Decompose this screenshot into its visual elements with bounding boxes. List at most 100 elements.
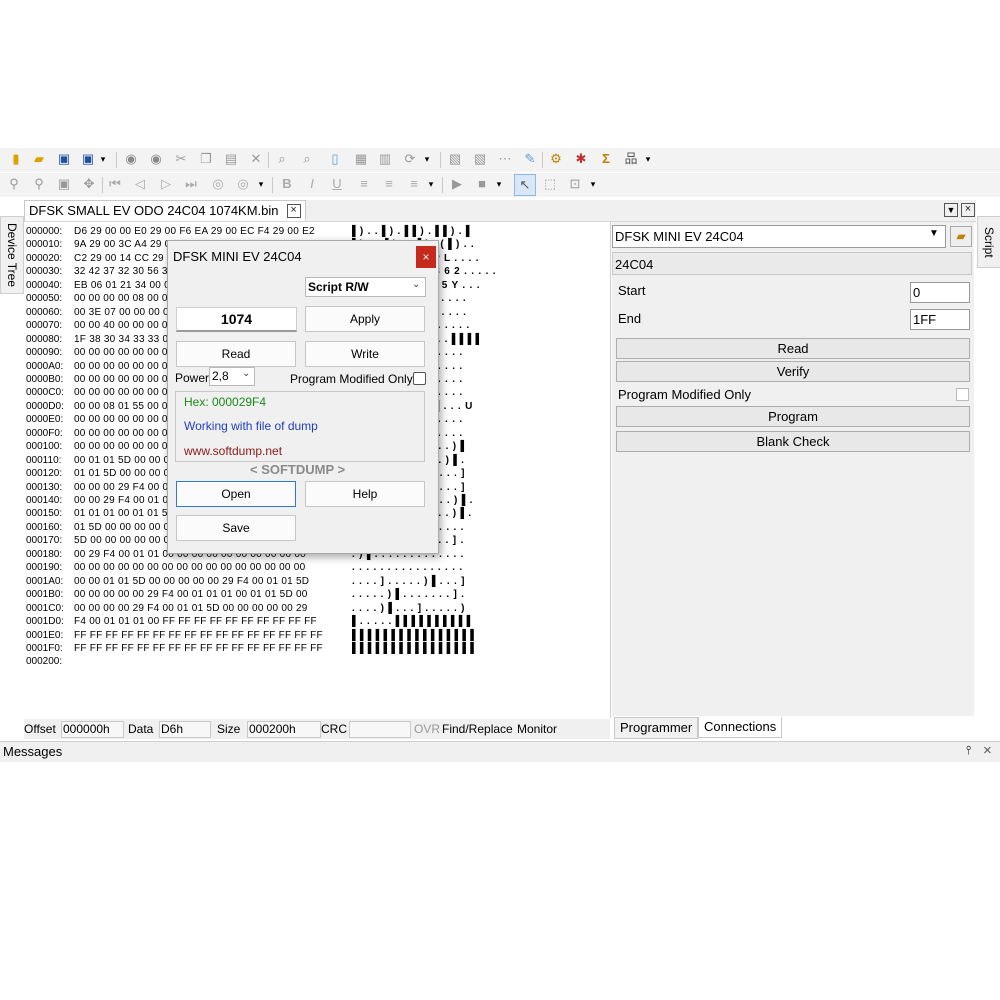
hex-bytes[interactable]: 00 00 00 00 00 29 F4 00 01 01 01 00 01 0… [74, 588, 308, 601]
dropdown-arrow-icon[interactable]: ▾ [588, 176, 598, 192]
pin-icon[interactable]: ⫯ [966, 743, 971, 758]
dropdown-arrow-icon[interactable]: ▾ [494, 176, 504, 192]
value-field[interactable]: 1074 [176, 307, 297, 332]
hex-bytes[interactable]: FF FF FF FF FF FF FF FF FF FF FF FF FF F… [74, 642, 323, 655]
end-input[interactable]: 1FF [910, 309, 970, 330]
compare-icon[interactable]: ▥ [377, 151, 393, 167]
underline-icon[interactable]: U [329, 176, 345, 192]
hex-ascii[interactable]: . . . . ) ▌. . . ] . . . . . ) [352, 602, 465, 615]
align-left-icon[interactable]: ≡ [356, 176, 372, 192]
hex-ascii[interactable]: . . . . ] . . . . . ) ▌. . . ] [352, 575, 465, 588]
bug-icon[interactable]: ✱ [573, 151, 589, 167]
device-select[interactable]: DFSK MINI EV 24C04 ▼ [612, 225, 946, 248]
hex-ascii[interactable]: ▌▌▌▌▌▌▌▌▌▌▌▌▌▌▌▌ [352, 629, 478, 642]
program-modified-only-checkbox[interactable] [413, 372, 426, 385]
settings-icon[interactable]: ⚙ [548, 151, 564, 167]
start-input[interactable]: 0 [910, 282, 970, 303]
tree-icon[interactable]: 品 [623, 151, 639, 167]
program-modified-only-checkbox[interactable] [956, 388, 969, 401]
save-icon[interactable]: ▣ [56, 151, 72, 167]
program-button[interactable]: Program [616, 406, 970, 427]
hex-ascii[interactable]: . . . . . ) ▌. . . . . . . ] . [352, 588, 465, 601]
zoom-out-icon[interactable]: ⚲ [31, 176, 47, 192]
play-icon[interactable]: ▶ [449, 176, 465, 192]
apply-button[interactable]: Apply [305, 306, 425, 332]
tab-programmer[interactable]: Programmer [614, 717, 699, 739]
find-replace-indicator[interactable]: Find/Replace [442, 721, 513, 738]
help-button[interactable]: Help [305, 481, 425, 507]
save-as-icon[interactable]: ▣ [80, 151, 96, 167]
capture-icon[interactable]: ⊡ [567, 176, 583, 192]
stop-icon[interactable]: ■ [474, 176, 490, 192]
read-button[interactable]: Read [176, 341, 296, 367]
paste-icon[interactable]: ▤ [223, 151, 239, 167]
write-button[interactable]: Write [305, 341, 425, 367]
power-select[interactable]: 2,8 ⌄ [209, 367, 255, 386]
find-replace-icon[interactable]: ⌕ [299, 151, 315, 167]
checksum-icon[interactable]: Σ [598, 151, 614, 167]
italic-icon[interactable]: I [304, 176, 320, 192]
redo-icon[interactable]: ◉ [148, 151, 164, 167]
page-next-icon[interactable]: ▧ [472, 151, 488, 167]
device-tree-tab[interactable]: Device Tree [0, 216, 24, 294]
zoom-select-icon[interactable]: ⬚ [542, 176, 558, 192]
reload-icon[interactable]: ⟳ [402, 151, 418, 167]
hex-ascii[interactable]: . . . . . . . . . . . . . . . . [352, 561, 463, 574]
select-icon[interactable]: ↖ [514, 174, 536, 196]
move-icon[interactable]: ✥ [81, 176, 97, 192]
hex-ascii[interactable]: ▌) . . ▌) . ▌▌) . ▌▌) . ▌ [352, 225, 474, 238]
align-center-icon[interactable]: ≡ [381, 176, 397, 192]
dropdown-arrow-icon[interactable]: ▾ [256, 176, 266, 192]
cut-icon[interactable]: ✂ [173, 151, 189, 167]
dropdown-arrow-icon[interactable]: ▾ [422, 151, 432, 167]
hex-bytes[interactable]: FF FF FF FF FF FF FF FF FF FF FF FF FF F… [74, 629, 323, 642]
fill-icon[interactable]: ▦ [353, 151, 369, 167]
prev-icon[interactable]: ◁ [132, 176, 148, 192]
first-icon[interactable]: ⏮ [107, 176, 123, 192]
hex-ascii[interactable]: ▌▌▌▌▌▌▌▌▌▌▌▌▌▌▌▌ [352, 642, 478, 655]
hex-bytes[interactable]: 00 00 00 00 00 00 00 00 00 00 00 00 00 0… [74, 561, 305, 574]
back-icon[interactable]: ◎ [210, 176, 226, 192]
tab-list-dropdown-icon[interactable]: ▼ [944, 203, 958, 217]
forward-icon[interactable]: ◎ [235, 176, 251, 192]
save-button[interactable]: Save [176, 515, 296, 541]
new-file-icon[interactable]: ▮ [8, 151, 24, 167]
tab-connections[interactable]: Connections [698, 717, 783, 738]
open-folder-icon[interactable]: ▰ [31, 151, 47, 167]
bold-icon[interactable]: B [279, 176, 295, 192]
dropdown-arrow-icon[interactable]: ▾ [98, 151, 108, 167]
script-tab[interactable]: Script [977, 216, 1000, 268]
last-icon[interactable]: ⏭ [183, 176, 199, 192]
hex-bytes[interactable]: D6 29 00 00 E0 29 00 F6 EA 29 00 EC F4 2… [74, 225, 315, 238]
zoom-in-icon[interactable]: ⚲ [6, 176, 22, 192]
website-link[interactable]: www.softdump.net [184, 444, 282, 458]
hex-bytes[interactable]: 00 00 00 00 29 F4 00 01 01 5D 00 00 00 0… [74, 602, 308, 615]
hex-bytes[interactable]: 00 00 01 01 5D 00 00 00 00 00 29 F4 00 0… [74, 575, 309, 588]
find-icon[interactable]: ⌕ [274, 151, 290, 167]
document-icon[interactable]: ▯ [327, 151, 343, 167]
script-select[interactable]: Script R/W ⌄ [305, 277, 426, 297]
hex-ascii[interactable]: ▌. . . . . ▌▌▌▌▌▌▌▌▌▌ [352, 615, 475, 628]
file-tab[interactable]: DFSK SMALL EV ODO 24C04 1074KM.bin × [24, 200, 306, 221]
dialog-close-button[interactable]: × [416, 246, 436, 268]
next-icon[interactable]: ▷ [158, 176, 174, 192]
close-tab-icon[interactable]: × [286, 204, 301, 218]
load-device-icon[interactable]: ▰ [950, 226, 972, 247]
page-prev-icon[interactable]: ▧ [447, 151, 463, 167]
delete-icon[interactable]: ✕ [248, 151, 264, 167]
verify-button[interactable]: Verify [616, 361, 970, 382]
monitor-indicator[interactable]: Monitor [517, 721, 557, 738]
read-button[interactable]: Read [616, 338, 970, 359]
hex-bytes[interactable]: F4 00 01 01 01 00 FF FF FF FF FF FF FF F… [74, 615, 317, 628]
edit-icon[interactable]: ✎ [522, 151, 538, 167]
copy-icon[interactable]: ❐ [198, 151, 214, 167]
blank-check-button[interactable]: Blank Check [616, 431, 970, 452]
close-all-icon[interactable]: × [961, 203, 975, 217]
fit-icon[interactable]: ▣ [56, 176, 72, 192]
close-icon[interactable]: × [983, 742, 992, 759]
undo-icon[interactable]: ◉ [123, 151, 139, 167]
open-button[interactable]: Open [176, 481, 296, 507]
dropdown-arrow-icon[interactable]: ▾ [426, 176, 436, 192]
dropdown-arrow-icon[interactable]: ▾ [643, 151, 653, 167]
grid-icon[interactable]: ⋯ [497, 151, 513, 167]
